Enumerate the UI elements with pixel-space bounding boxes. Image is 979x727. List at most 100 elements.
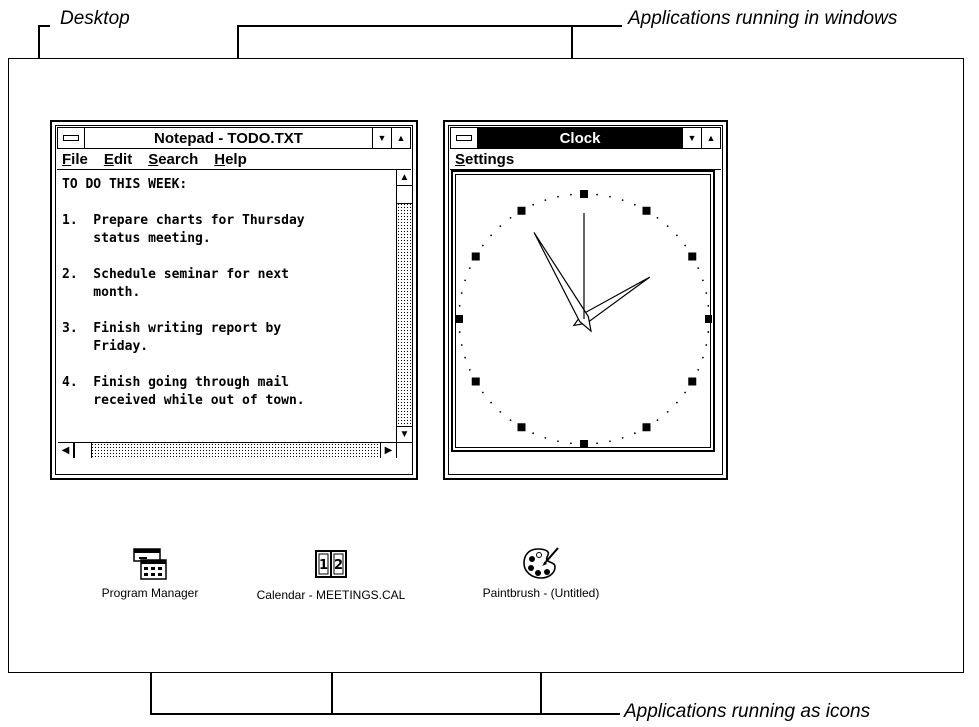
minute-dot (544, 199, 547, 202)
minute-dot (596, 442, 598, 445)
minute-dot (621, 436, 624, 439)
notepad-text-line: 2. Schedule seminar for next (62, 267, 289, 282)
scroll-up-button[interactable]: ▲ (397, 170, 412, 186)
minute-hand (533, 232, 592, 333)
svg-text:1: 1 (319, 558, 328, 573)
hour-mark (642, 423, 651, 432)
menu-edit[interactable]: Edit (104, 151, 132, 168)
notepad-text-line: 4. Finish going through mail (62, 375, 289, 390)
hour-mark (456, 315, 463, 323)
notepad-text-line: 3. Finish writing report by (62, 321, 282, 336)
minute-dot (609, 440, 611, 443)
up-arrow-icon: ▲ (399, 172, 410, 183)
calendar-label: Calendar - MEETINGS.CAL (256, 588, 406, 602)
notepad-window[interactable]: Notepad - TODO.TXT ▼ ▲ File Edit Search … (50, 120, 418, 480)
notepad-text-line: 1. Prepare charts for Thursday (62, 213, 305, 228)
clock-face-panel (451, 170, 715, 452)
menu-file[interactable]: File (62, 151, 88, 168)
hour-mark (471, 252, 480, 261)
notepad-text-area[interactable]: TO DO THIS WEEK: 1. Prepare charts for T… (58, 170, 396, 442)
clock-titlebar[interactable]: Clock ▼ ▲ (450, 127, 721, 149)
minimize-icon: ▼ (687, 133, 697, 143)
notepad-titlebar[interactable]: Notepad - TODO.TXT ▼ ▲ (57, 127, 411, 149)
minute-dot (532, 432, 535, 435)
paintbrush-item[interactable]: Paintbrush - (Untitled) (456, 546, 626, 600)
minute-dot (675, 401, 678, 404)
right-arrow-icon: ▶ (384, 445, 393, 456)
scroll-right-button[interactable]: ▶ (380, 443, 396, 458)
minute-dot (621, 199, 624, 202)
minute-dot (633, 203, 636, 206)
paintbrush-label: Paintbrush - (Untitled) (482, 586, 600, 600)
notepad-maximize-button[interactable]: ▲ (391, 128, 410, 148)
scroll-left-button[interactable]: ◀ (58, 443, 74, 458)
icons-callout: Applications running as icons (624, 701, 871, 722)
paintbrush-icon (523, 547, 559, 579)
program-manager-item[interactable]: Program Manager (95, 548, 205, 600)
minute-dot (468, 267, 471, 270)
minute-dot (458, 331, 461, 333)
minute-dot (481, 391, 484, 394)
minute-dot (684, 244, 687, 247)
minute-dot (464, 279, 467, 282)
notepad-text-line (62, 302, 396, 320)
notepad-horizontal-scrollbar[interactable]: ◀ ▶ (58, 442, 412, 458)
desktop-leader-tick (38, 25, 50, 27)
vertical-scroll-thumb[interactable] (397, 186, 412, 204)
hour-mark (517, 423, 526, 432)
minute-dot (633, 432, 636, 435)
notepad-minimize-button[interactable]: ▼ (372, 128, 391, 148)
hour-mark (688, 377, 697, 386)
minute-dot (490, 234, 493, 237)
minute-dot (705, 344, 708, 346)
clock-menubar: Settings (450, 149, 721, 170)
clock-window[interactable]: Clock ▼ ▲ Settings (443, 120, 728, 480)
windows-callout: Applications running in windows (628, 8, 898, 29)
minute-dot (675, 234, 678, 237)
system-menu-icon (63, 135, 79, 141)
notepad-text-line: Friday. (62, 339, 149, 354)
desktop-callout: Desktop (60, 8, 130, 29)
hour-mark (705, 315, 712, 323)
minute-dot (697, 267, 700, 270)
size-box (396, 443, 412, 458)
notepad-vertical-scrollbar[interactable]: ▲ ▼ (396, 170, 412, 442)
minute-dot (701, 356, 704, 359)
down-arrow-icon: ▼ (399, 429, 410, 440)
maximize-icon: ▲ (706, 133, 716, 143)
hour-mark (580, 440, 588, 448)
program-manager-label: Program Manager (101, 586, 199, 600)
hour-mark (580, 190, 588, 198)
minute-dot (464, 356, 467, 359)
horizontal-scroll-thumb[interactable] (74, 443, 92, 458)
minute-dot (666, 410, 669, 413)
clock-minimize-button[interactable]: ▼ (682, 128, 701, 148)
notepad-text-line (62, 194, 396, 212)
minute-dot (557, 440, 559, 443)
calendar-icon: 1 2 (315, 550, 347, 578)
calendar-item[interactable]: 1 2 Calendar - MEETINGS.CAL (236, 550, 426, 602)
minute-dot (490, 401, 493, 404)
notepad-text-line (62, 248, 396, 266)
hour-mark (471, 377, 480, 386)
notepad-system-menu-button[interactable] (58, 128, 85, 148)
notepad-text-line: received while out of town. (62, 393, 305, 408)
scroll-down-button[interactable]: ▼ (397, 426, 412, 442)
minute-dot (684, 391, 687, 394)
minute-dot (596, 193, 598, 196)
minute-dot (656, 216, 659, 219)
menu-search[interactable]: Search (148, 151, 198, 168)
clock-title: Clock (478, 128, 682, 148)
windows-leader-h (237, 25, 622, 27)
menu-help[interactable]: Help (214, 151, 247, 168)
minute-dot (697, 368, 700, 371)
minute-dot (570, 442, 572, 445)
minute-dot (656, 419, 659, 422)
icons-leader-h (150, 713, 620, 715)
minute-dot (499, 225, 502, 228)
notepad-text-line: status meeting. (62, 231, 211, 246)
menu-settings[interactable]: Settings (455, 151, 514, 168)
clock-maximize-button[interactable]: ▲ (701, 128, 720, 148)
notepad-title: Notepad - TODO.TXT (154, 129, 303, 147)
clock-system-menu-button[interactable] (451, 128, 478, 148)
